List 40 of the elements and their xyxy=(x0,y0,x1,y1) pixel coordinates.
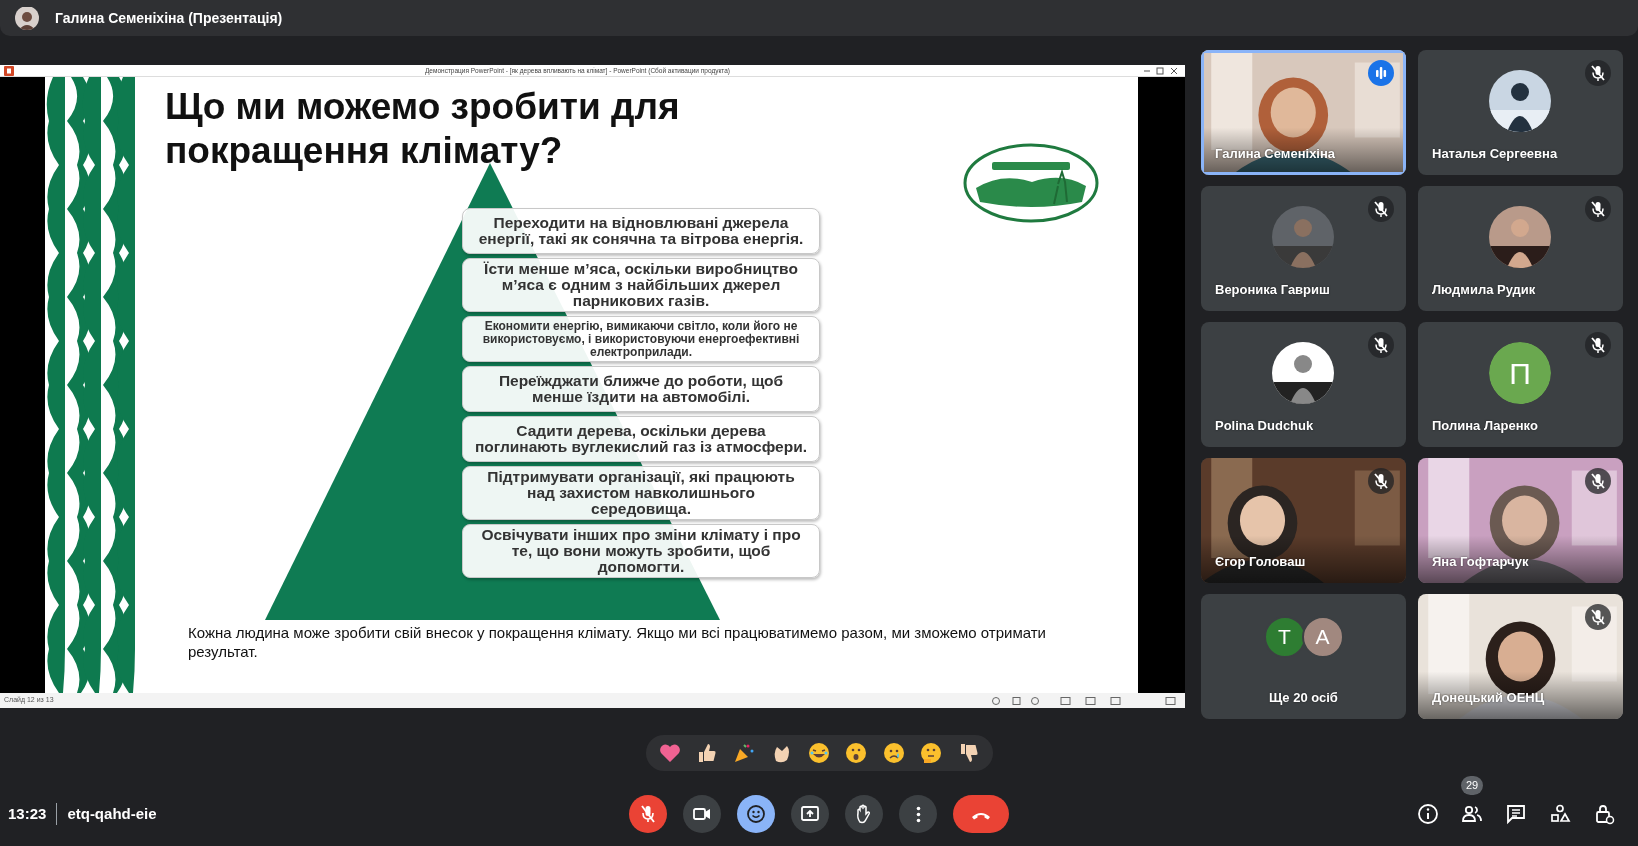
participant-name: Ще 20 осіб xyxy=(1268,688,1339,707)
avatar: А xyxy=(1301,616,1344,658)
participant-name: Вероника Гавриш xyxy=(1215,280,1330,299)
surprised-face-icon[interactable] xyxy=(844,741,869,765)
camera-button[interactable] xyxy=(683,795,721,833)
chat-icon xyxy=(1504,802,1528,826)
participant-name: Полина Ларенко xyxy=(1432,416,1538,435)
avatar: Т xyxy=(1263,616,1306,658)
info-icon xyxy=(1416,802,1440,826)
leave-call-button[interactable] xyxy=(953,795,1009,833)
step-box: Переїжджати ближче до роботи, щоб менше їздити на автомобілі. xyxy=(462,366,820,412)
step-box: Підтримувати організації, які працюють над захистом навколишнього середовища. xyxy=(462,466,820,520)
speaking-indicator-icon xyxy=(1368,60,1394,86)
slide-title: Що ми можемо зробити для покращення клімату? xyxy=(165,85,681,173)
more-icon xyxy=(915,805,921,823)
presenter-title: Галина Семеніхіна (Презентація) xyxy=(55,8,283,28)
step-box: Садити дерева, оскільки дерева поглинають вуглекислий газ із атмосфери. xyxy=(462,416,820,462)
raise-hand-button[interactable] xyxy=(845,795,883,833)
reactions-button[interactable] xyxy=(737,795,775,833)
step-box: Освічувати інших про зміни клімату і про те, що вони можуть зробити, щоб допомогти. xyxy=(462,524,820,578)
meeting-time: 13:23 xyxy=(8,803,47,824)
participant-name: Людмила Рудик xyxy=(1432,280,1536,299)
step-box: Їсти менше м’яса, оскільки виробництво м’яса є одним з найбільших джерел парникових газів. xyxy=(462,258,820,312)
mic-off-button[interactable] xyxy=(629,795,667,833)
present-button[interactable] xyxy=(791,795,829,833)
smiley-icon xyxy=(744,802,768,826)
thinking-face-icon[interactable] xyxy=(919,741,944,765)
participant-name: Єгор Головаш xyxy=(1215,552,1306,571)
laughing-face-icon[interactable] xyxy=(807,741,831,765)
participant-count-badge: 29 xyxy=(1461,776,1484,795)
step-box: Економити енергію, вимикаючи світло, коли його не використовуємо, і використовуючи енергоефективні електроприлади. xyxy=(462,316,820,362)
meeting-code: etq-qahd-eie xyxy=(56,802,157,826)
more-options-button[interactable] xyxy=(899,795,937,833)
step-box: Переходити на відновлювані джерела енергії, такі як сонячна та вітрова енергія. xyxy=(462,208,820,254)
crying-face-icon[interactable] xyxy=(881,741,906,765)
slide-footer-text: Кожна людина може зробити свій внесок у покращення клімату. Якщо ми всі працюватимемо разом, ми зможемо отримати результат. xyxy=(188,623,1047,661)
participant-name: Яна Гофтарчук xyxy=(1432,552,1529,571)
participant-name: Polina Dudchuk xyxy=(1215,416,1314,435)
avatar: П xyxy=(1489,342,1551,404)
participant-name: Наталья Сергеевна xyxy=(1432,144,1558,163)
